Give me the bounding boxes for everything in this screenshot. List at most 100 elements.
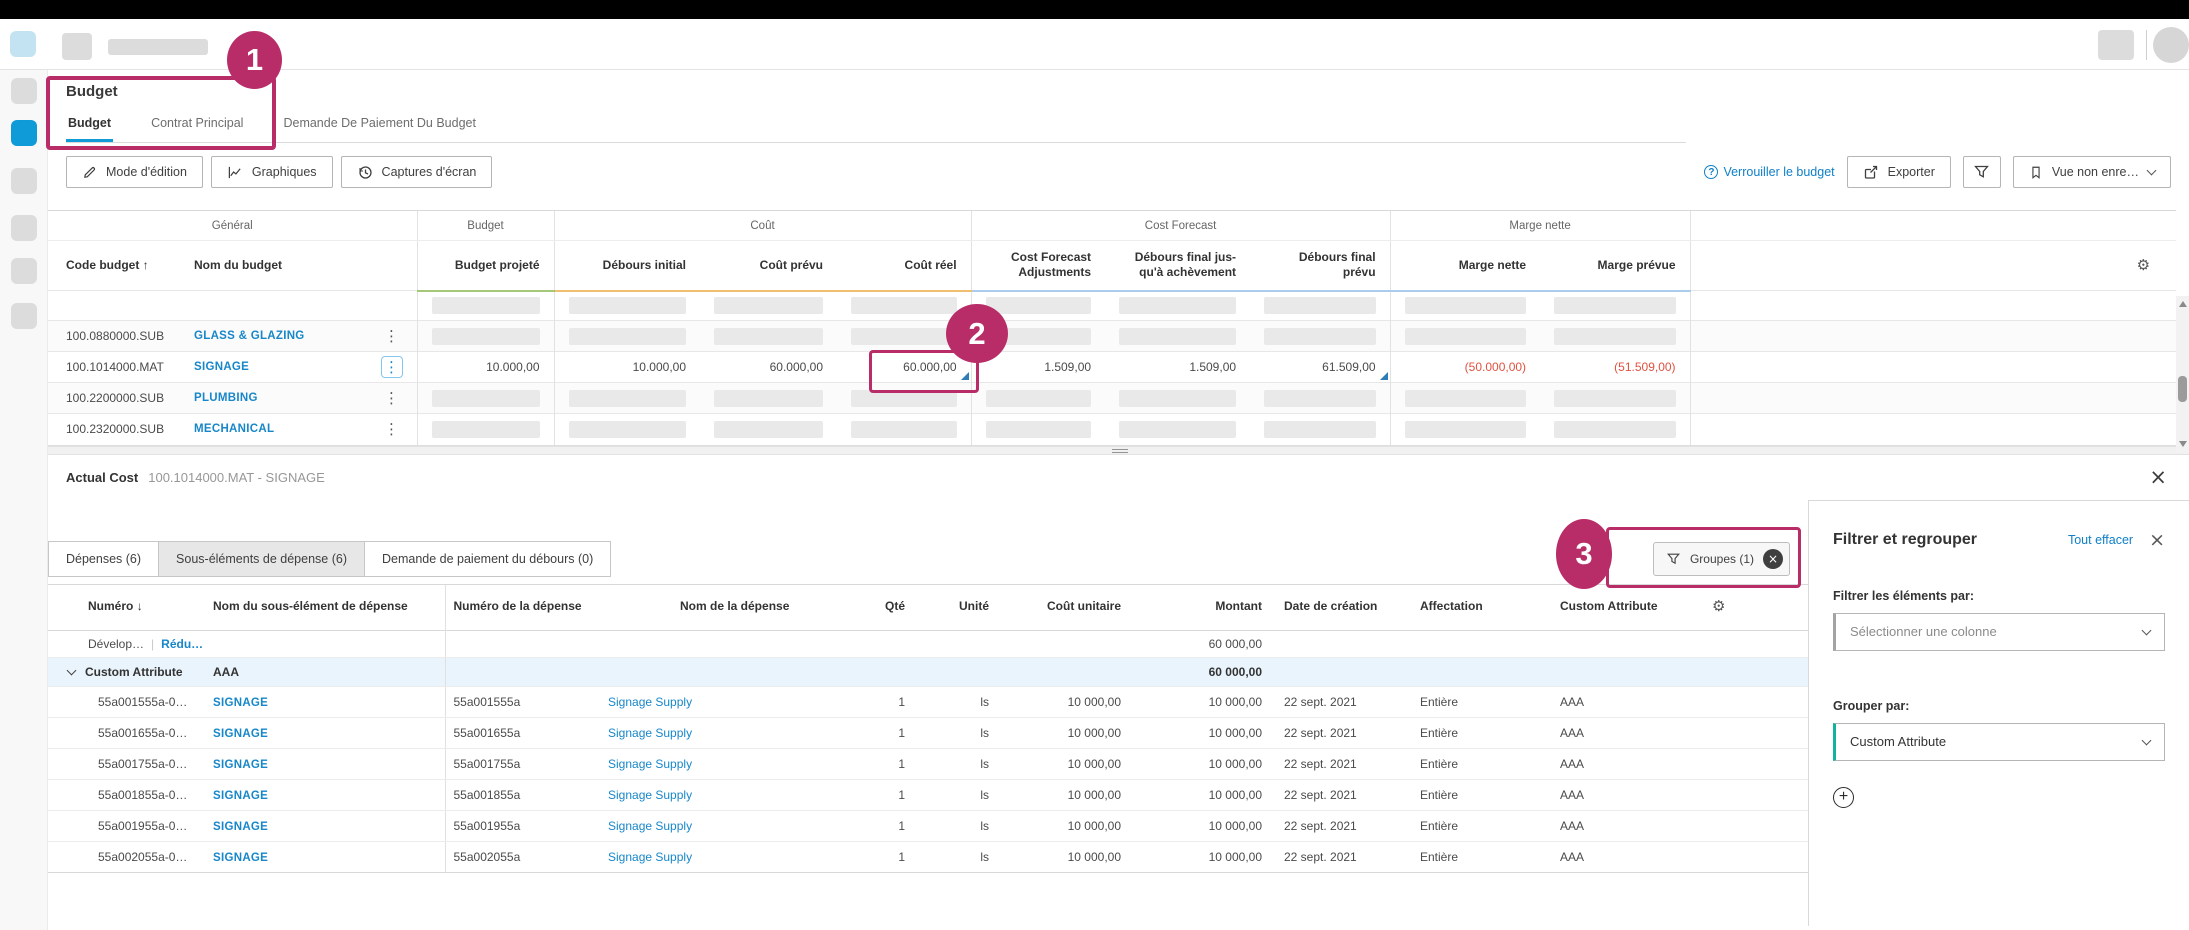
scroll-down-icon[interactable] bbox=[2179, 441, 2187, 447]
budget-name-link[interactable]: GLASS & GLAZING bbox=[194, 330, 305, 342]
col-marge-nette[interactable]: Marge nette bbox=[1389, 240, 1541, 292]
sub-element-name-link[interactable]: SIGNAGE bbox=[213, 759, 268, 771]
app-logo[interactable] bbox=[10, 31, 36, 57]
col-qte[interactable]: Qté bbox=[800, 583, 915, 631]
gear-icon[interactable]: ⚙ bbox=[2137, 256, 2150, 274]
expense-name-link[interactable]: Signage Supply bbox=[608, 819, 692, 833]
clear-groups-icon[interactable]: × bbox=[1763, 548, 1783, 569]
unit-cost-cell: 10 000,00 bbox=[1015, 717, 1135, 749]
edit-mode-button[interactable]: Mode d'édition bbox=[66, 156, 203, 188]
close-detail-icon[interactable]: × bbox=[2149, 466, 2167, 488]
kebab-menu-icon[interactable]: ⋮ bbox=[380, 356, 403, 378]
close-filter-panel-icon[interactable]: × bbox=[2149, 529, 2165, 551]
col-cf-adjustments[interactable]: Cost Forecast Adjustments bbox=[970, 240, 1106, 292]
filter-column-select[interactable]: Sélectionner une colonne bbox=[1833, 612, 2165, 651]
sidebar-item-3[interactable] bbox=[11, 168, 37, 194]
tab-budget[interactable]: Budget bbox=[66, 108, 114, 142]
avatar[interactable] bbox=[2153, 27, 2189, 63]
vertical-scrollbar[interactable] bbox=[2176, 296, 2189, 452]
add-group-icon[interactable]: + bbox=[1833, 786, 1854, 808]
col-debours-initial[interactable]: Débours initial bbox=[553, 240, 701, 292]
header-menu-placeholder[interactable] bbox=[2098, 30, 2134, 60]
tab-demande-paiement[interactable]: Demande De Paiement Du Budget bbox=[281, 108, 477, 142]
col-debours-final-achevement[interactable]: Débours final jus-qu'à achèvement bbox=[1105, 240, 1251, 292]
gear-icon[interactable]: ⚙ bbox=[1712, 597, 1725, 615]
col-nom-depense[interactable]: Nom de la dépense bbox=[600, 583, 800, 631]
budget-table-row: 100.1014000.MAT SIGNAGE ⋮ 10.000,00 10.00… bbox=[48, 351, 2177, 383]
sidebar-item-budget-active[interactable] bbox=[11, 120, 37, 146]
col-custom-attribute[interactable]: Custom Attribute bbox=[1523, 583, 1688, 631]
splitter-drag-handle-icon[interactable] bbox=[1112, 448, 1128, 453]
export-button[interactable]: Exporter bbox=[1846, 156, 1951, 188]
sub-element-name-link[interactable]: SIGNAGE bbox=[213, 790, 268, 802]
created-date-cell: 22 sept. 2021 bbox=[1270, 748, 1398, 780]
col-cout-prevu[interactable]: Coût prévu bbox=[700, 240, 838, 292]
qty-cell: 1 bbox=[800, 779, 915, 811]
budget-name-link[interactable]: PLUMBING bbox=[194, 392, 258, 404]
collapse-all-link[interactable]: Rédu… bbox=[161, 637, 203, 651]
tab-sous-elements[interactable]: Sous-éléments de dépense (6) bbox=[158, 540, 365, 577]
budget-name-link[interactable]: SIGNAGE bbox=[194, 361, 249, 373]
scrollbar-thumb[interactable] bbox=[2178, 376, 2187, 402]
sidebar-item-5[interactable] bbox=[11, 258, 37, 284]
tab-contrat-principal[interactable]: Contrat Principal bbox=[149, 108, 245, 142]
saved-view-button[interactable]: Vue non enre… bbox=[2012, 156, 2171, 188]
col-nom-budget[interactable]: Nom du budget bbox=[180, 241, 417, 291]
panel-splitter[interactable] bbox=[48, 445, 2189, 455]
lock-budget-link[interactable]: ? Verrouiller le budget bbox=[1704, 165, 1835, 179]
sidebar-item-6[interactable] bbox=[11, 303, 37, 329]
unit-cell: ls bbox=[915, 686, 1015, 718]
expense-name-link[interactable]: Signage Supply bbox=[608, 850, 692, 864]
col-montant[interactable]: Montant bbox=[1135, 583, 1270, 631]
chevron-down-icon bbox=[2141, 625, 2152, 635]
sidebar-item-4[interactable] bbox=[11, 215, 37, 241]
col-date-creation[interactable]: Date de création bbox=[1270, 583, 1398, 631]
unit-cost-cell: 10 000,00 bbox=[1015, 810, 1135, 842]
nav-placeholder-icon[interactable] bbox=[62, 33, 92, 60]
created-date-cell: 22 sept. 2021 bbox=[1270, 841, 1398, 873]
groups-filter-button[interactable]: Groupes (1) × bbox=[1652, 541, 1790, 576]
unit-cell: ls bbox=[915, 810, 1015, 842]
col-marge-prevue[interactable]: Marge prévue bbox=[1540, 240, 1691, 292]
custom-attribute-cell: AAA bbox=[1523, 748, 1688, 780]
sort-desc-icon: ↓ bbox=[136, 599, 143, 614]
chevron-down-icon bbox=[66, 665, 77, 675]
kebab-menu-icon[interactable]: ⋮ bbox=[381, 418, 403, 440]
tab-depenses[interactable]: Dépenses (6) bbox=[48, 540, 160, 577]
screenshots-button[interactable]: Captures d'écran bbox=[340, 156, 493, 188]
expense-name-link[interactable]: Signage Supply bbox=[608, 726, 692, 740]
custom-attribute-cell: AAA bbox=[1523, 686, 1688, 718]
group-cout: Coût bbox=[553, 210, 972, 241]
history-clock-icon bbox=[358, 166, 372, 179]
expand-all-link[interactable]: Dévelop… bbox=[88, 637, 144, 651]
expense-name-link[interactable]: Signage Supply bbox=[608, 788, 692, 802]
col-cout-reel[interactable]: Coût réel bbox=[837, 240, 972, 292]
sub-element-name-link[interactable]: SIGNAGE bbox=[213, 728, 268, 740]
sub-element-name-link[interactable]: SIGNAGE bbox=[213, 852, 268, 864]
col-debours-final-prevu[interactable]: Débours final prévu bbox=[1250, 240, 1391, 292]
tab-demande-paiement-debours[interactable]: Demande de paiement du débours (0) bbox=[363, 540, 612, 577]
group-by-select[interactable]: Custom Attribute bbox=[1833, 722, 2165, 761]
expense-name-link[interactable]: Signage Supply bbox=[608, 695, 692, 709]
kebab-menu-icon[interactable]: ⋮ bbox=[381, 387, 403, 409]
col-nom-sous-element[interactable]: Nom du sous-élément de dépense bbox=[205, 583, 445, 631]
sidebar-item-1[interactable] bbox=[11, 78, 37, 104]
placeholder-cell bbox=[431, 389, 540, 407]
sub-element-name-link[interactable]: SIGNAGE bbox=[213, 697, 268, 709]
col-numero-depense[interactable]: Numéro de la dépense bbox=[444, 583, 600, 631]
col-cout-unitaire[interactable]: Coût unitaire bbox=[1015, 583, 1135, 631]
col-unite[interactable]: Unité bbox=[915, 583, 1015, 631]
charts-button[interactable]: Graphiques bbox=[210, 156, 333, 188]
clear-all-link[interactable]: Tout effacer bbox=[2068, 533, 2133, 547]
sub-element-name-link[interactable]: SIGNAGE bbox=[213, 821, 268, 833]
col-budget-projete[interactable]: Budget projeté bbox=[416, 240, 555, 292]
expense-name-link[interactable]: Signage Supply bbox=[608, 757, 692, 771]
filter-button[interactable] bbox=[1962, 156, 2001, 188]
group-by-value: Custom Attribute bbox=[1850, 734, 1947, 749]
scroll-up-icon[interactable] bbox=[2179, 301, 2187, 307]
col-code-budget[interactable]: Code budget ↑ bbox=[48, 241, 180, 291]
col-affectation[interactable]: Affectation bbox=[1398, 583, 1523, 631]
budget-name-link[interactable]: MECHANICAL bbox=[194, 423, 274, 435]
col-numero[interactable]: Numéro ↓ bbox=[48, 583, 205, 631]
kebab-menu-icon[interactable]: ⋮ bbox=[381, 325, 403, 347]
